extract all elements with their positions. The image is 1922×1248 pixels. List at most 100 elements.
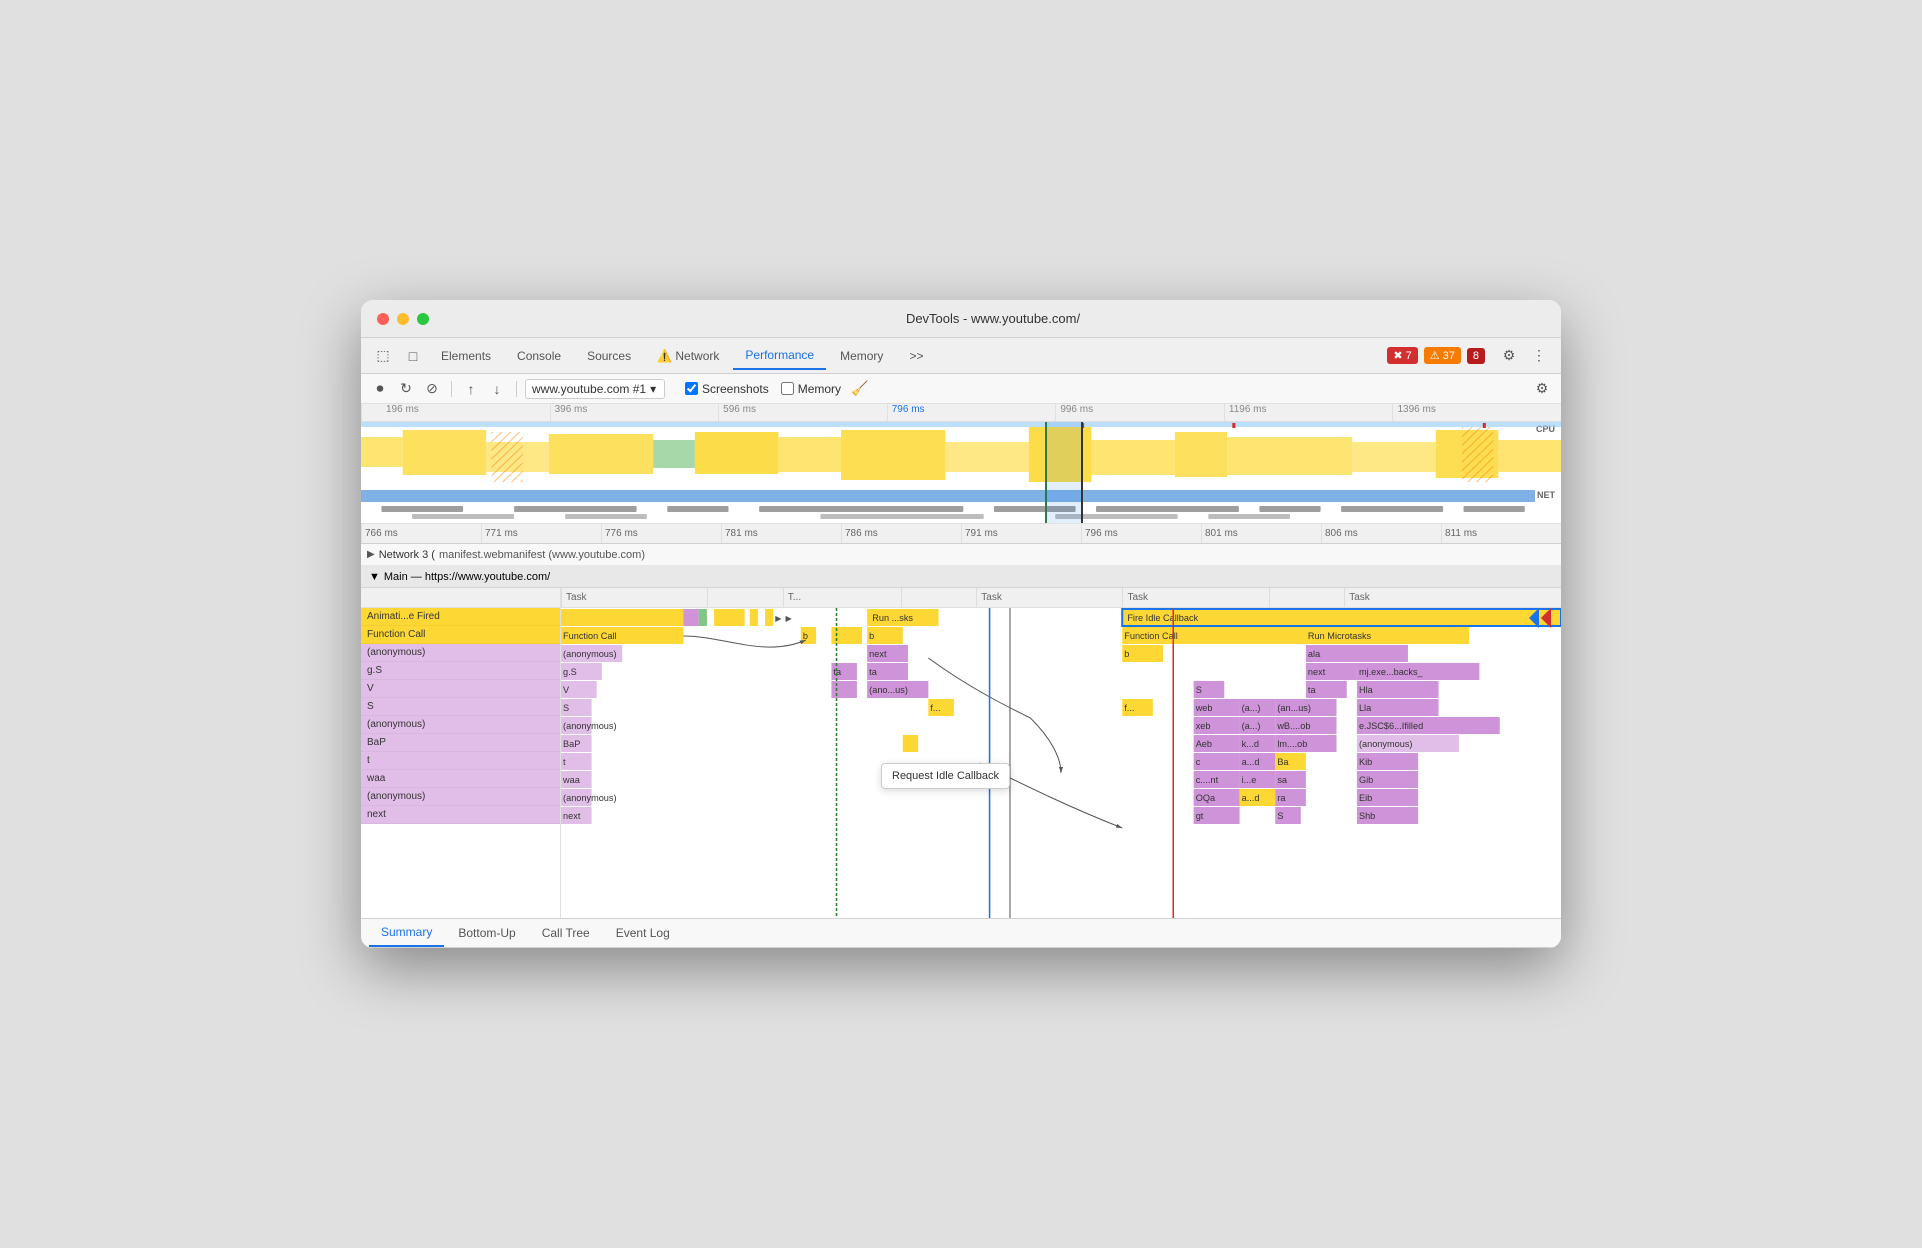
flame-data[interactable]: Run ...sks ▶ ▶ Fire Idle Callback Functi… (561, 608, 1561, 918)
row-label-7: BaP (361, 734, 560, 752)
selection-start-indicator (1529, 608, 1539, 628)
reload-record-button[interactable]: ↻ (395, 378, 417, 400)
svg-text:a...d: a...d (1242, 757, 1260, 767)
screenshots-checkbox[interactable] (685, 382, 698, 395)
svg-text:f...: f... (930, 703, 940, 713)
svg-text:Gib: Gib (1359, 775, 1373, 785)
tab-sources[interactable]: Sources (575, 342, 643, 370)
col-task-1: Task (561, 588, 707, 607)
maximize-button[interactable] (417, 313, 429, 325)
memory-checkbox-label[interactable]: Memory (781, 382, 841, 396)
performance-timeline[interactable]: 196 ms 396 ms 596 ms 796 ms 996 ms 1196 … (361, 404, 1561, 524)
svg-text:sa: sa (1277, 775, 1288, 785)
flame-rows-container: Animati...e Fired Function Call (anonymo… (361, 608, 1561, 918)
tab-memory[interactable]: Memory (828, 342, 895, 370)
svg-text:c....nt: c....nt (1196, 775, 1219, 785)
clear-button[interactable]: ⊘ (421, 378, 443, 400)
zm-3: 776 ms (601, 524, 721, 543)
devtools-window: DevTools - www.youtube.com/ ⬚ □ Elements… (361, 300, 1561, 948)
download-button[interactable]: ↓ (486, 378, 508, 400)
ruler-mark-3: 596 ms (718, 404, 887, 421)
main-collapse-icon[interactable]: ▼ (369, 571, 380, 583)
svg-text:S: S (563, 703, 569, 713)
tab-event-log[interactable]: Event Log (604, 919, 682, 947)
network-expand-icon[interactable]: ▶ (367, 549, 375, 560)
tab-bar: ⬚ □ Elements Console Sources ⚠️ Network … (361, 338, 1561, 374)
broom-button[interactable]: 🧹 (849, 378, 871, 400)
titlebar: DevTools - www.youtube.com/ (361, 300, 1561, 338)
more-icon[interactable]: ⋮ (1525, 342, 1553, 370)
zm-6: 791 ms (961, 524, 1081, 543)
svg-text:e.JSC$6...Ifilled: e.JSC$6...Ifilled (1359, 721, 1423, 731)
close-button[interactable] (377, 313, 389, 325)
zm-5: 786 ms (841, 524, 961, 543)
cursor-icon[interactable]: ⬚ (369, 342, 397, 370)
tab-bottom-up[interactable]: Bottom-Up (446, 919, 527, 947)
svg-text:BaP: BaP (563, 739, 580, 749)
devtools-body: ⬚ □ Elements Console Sources ⚠️ Network … (361, 338, 1561, 948)
svg-text:(a...): (a...) (1242, 703, 1261, 713)
tab-network[interactable]: ⚠️ Network (645, 342, 731, 370)
svg-text:waa: waa (562, 775, 581, 785)
col-t: T... (783, 588, 901, 607)
memory-checkbox[interactable] (781, 382, 794, 395)
svg-text:Fire Idle Callback: Fire Idle Callback (1127, 613, 1198, 623)
svg-text:gt: gt (1196, 811, 1204, 821)
row-label-3: g.S (361, 662, 560, 680)
tab-call-tree[interactable]: Call Tree (530, 919, 602, 947)
svg-text:mj.exe...backs_: mj.exe...backs_ (1359, 667, 1424, 677)
svg-text:Run Microtasks: Run Microtasks (1308, 631, 1372, 641)
cpu-net-tracks[interactable]: CPU NET (361, 422, 1561, 524)
row-label-6: (anonymous) (361, 716, 560, 734)
error-badge: ✖ 7 (1387, 347, 1417, 364)
svg-text:(an...us): (an...us) (1277, 703, 1311, 713)
tab-elements[interactable]: Elements (429, 342, 503, 370)
perf-toolbar: ⏺ ↻ ⊘ ↑ ↓ www.youtube.com #1 ▾ Screensho… (361, 374, 1561, 404)
flame-col-data: Task T... Task Task Task (561, 588, 1561, 607)
svg-text:S: S (1277, 811, 1283, 821)
col-task-4: Task (1344, 588, 1561, 607)
svg-text:▶: ▶ (775, 614, 782, 623)
traffic-lights (377, 313, 429, 325)
main-section-label: Main — https://www.youtube.com/ (384, 571, 550, 583)
svg-text:Shb: Shb (1359, 811, 1375, 821)
svg-text:(anonymous): (anonymous) (1359, 739, 1413, 749)
ruler-mark-4: 796 ms (887, 404, 1056, 421)
url-selector[interactable]: www.youtube.com #1 ▾ (525, 379, 665, 399)
tab-more[interactable]: >> (897, 342, 935, 370)
svg-text:(a...): (a...) (1242, 721, 1261, 731)
svg-text:▶: ▶ (785, 614, 792, 623)
network-section-row[interactable]: ▶ Network 3 ( manifest.webmanifest (www.… (361, 544, 1561, 566)
selection-end-marker (1541, 608, 1551, 628)
svg-text:f...: f... (1124, 703, 1134, 713)
inspect-icon[interactable]: □ (399, 342, 427, 370)
svg-text:Aeb: Aeb (1196, 739, 1212, 749)
tab-console[interactable]: Console (505, 342, 573, 370)
row-label-11: next (361, 806, 560, 824)
toolbar-settings-button[interactable]: ⚙ (1531, 378, 1553, 400)
screenshots-checkbox-label[interactable]: Screenshots (685, 382, 769, 396)
col-spacer-2 (901, 588, 977, 607)
ruler-mark-2: 396 ms (550, 404, 719, 421)
svg-text:Run ...sks: Run ...sks (872, 613, 913, 623)
window-title: DevTools - www.youtube.com/ (441, 311, 1545, 326)
flame-chart-area[interactable]: Task T... Task Task Task Animati...e Fir… (361, 588, 1561, 918)
minimize-button[interactable] (397, 313, 409, 325)
col-spacer-1 (707, 588, 783, 607)
svg-text:Lla: Lla (1359, 703, 1372, 713)
row-label-1: Function Call (361, 626, 560, 644)
record-button[interactable]: ⏺ (369, 378, 391, 400)
bottom-tabs: Summary Bottom-Up Call Tree Event Log (361, 918, 1561, 948)
upload-button[interactable]: ↑ (460, 378, 482, 400)
ruler-mark-1: 196 ms (361, 404, 550, 421)
col-spacer-3 (1269, 588, 1345, 607)
tab-performance[interactable]: Performance (733, 342, 826, 370)
svg-text:(anonymous): (anonymous) (563, 793, 617, 803)
tab-summary[interactable]: Summary (369, 919, 444, 947)
flame-labels: Animati...e Fired Function Call (anonymo… (361, 608, 561, 918)
zm-7: 796 ms (1081, 524, 1201, 543)
settings-icon[interactable]: ⚙ (1495, 342, 1523, 370)
main-section-header[interactable]: ▼ Main — https://www.youtube.com/ (361, 566, 1561, 588)
svg-text:wB....ob: wB....ob (1276, 721, 1310, 731)
svg-text:next: next (563, 811, 581, 821)
